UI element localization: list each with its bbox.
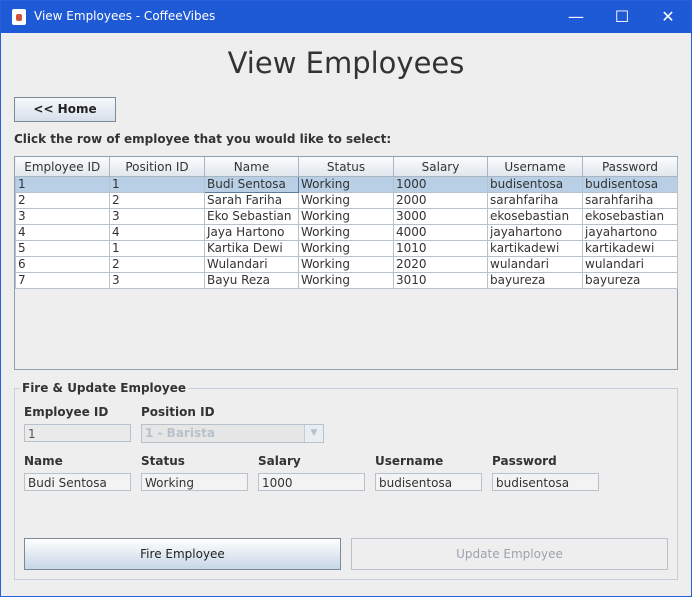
table-cell[interactable]: 1 <box>15 176 110 193</box>
table-cell[interactable]: Working <box>298 272 394 289</box>
username-label: Username <box>375 454 444 468</box>
column-header[interactable]: Name <box>204 157 299 177</box>
table-cell[interactable]: kartikadewi <box>582 240 678 257</box>
table-cell[interactable]: 2 <box>109 256 205 273</box>
table-cell[interactable]: Working <box>298 256 394 273</box>
table-header-row: Employee ID Position ID Name Status Salary Us… <box>15 157 678 177</box>
home-button[interactable]: << Home <box>14 97 116 122</box>
username-field[interactable]: budisentosa <box>375 473 482 491</box>
table-cell[interactable]: 7 <box>15 272 110 289</box>
table-row[interactable]: 1 1 Budi Sentosa Working 1000 budisentosa budi… <box>15 176 678 193</box>
table-cell[interactable]: kartikadewi <box>487 240 583 257</box>
window-title: View Employees - CoffeeVibes <box>34 9 216 23</box>
table-cell[interactable]: budisentosa <box>487 176 583 193</box>
table-cell[interactable]: 2020 <box>393 256 488 273</box>
minimize-icon[interactable]: — <box>553 1 599 33</box>
update-employee-button: Update Employee <box>351 538 668 570</box>
status-label: Status <box>141 454 185 468</box>
table-cell[interactable]: 6 <box>15 256 110 273</box>
password-field[interactable]: budisentosa <box>492 473 599 491</box>
table-cell[interactable]: bayureza <box>582 272 678 289</box>
column-header[interactable]: Status <box>298 157 394 177</box>
table-cell[interactable]: 3010 <box>393 272 488 289</box>
table-row[interactable]: 3 3 Eko Sebastian Working 3000 ekosebastian ek… <box>15 208 678 225</box>
column-header[interactable]: Position ID <box>109 157 205 177</box>
position-id-label: Position ID <box>141 405 215 419</box>
page-title: View Employees <box>227 46 465 80</box>
table-cell[interactable]: Working <box>298 192 394 209</box>
table-cell[interactable]: ekosebastian <box>582 208 678 225</box>
employee-id-field: 1 <box>24 424 131 442</box>
table-cell[interactable]: sarahfariha <box>487 192 583 209</box>
title-bar: View Employees - CoffeeVibes — ☐ ✕ <box>1 1 691 33</box>
table-body: 1 1 Budi Sentosa Working 1000 budisentosa budi… <box>15 176 678 289</box>
table-row[interactable]: 7 3 Bayu Reza Working 3010 bayureza bayureza <box>15 272 678 289</box>
table-cell[interactable]: Sarah Fariha <box>204 192 299 209</box>
table-cell[interactable]: 1010 <box>393 240 488 257</box>
panel-title: Fire & Update Employee <box>20 381 189 395</box>
table-cell[interactable]: Working <box>298 208 394 225</box>
table-cell[interactable]: Jaya Hartono <box>204 224 299 241</box>
column-header[interactable]: Employee ID <box>15 157 110 177</box>
position-id-select: 1 - Barista ▼ <box>141 424 324 443</box>
table-row[interactable]: 2 2 Sarah Fariha Working 2000 sarahfariha sara… <box>15 192 678 209</box>
table-cell[interactable]: Working <box>298 240 394 257</box>
table-cell[interactable]: 1 <box>109 176 205 193</box>
table-cell[interactable]: 3 <box>109 272 205 289</box>
fire-employee-button[interactable]: Fire Employee <box>24 538 341 570</box>
position-id-selected-value: 1 - Barista <box>145 426 215 440</box>
employee-id-label: Employee ID <box>24 405 109 419</box>
table-cell[interactable]: 4 <box>109 224 205 241</box>
employee-table[interactable]: Employee ID Position ID Name Status Salary Us… <box>14 156 678 370</box>
name-label: Name <box>24 454 63 468</box>
table-cell[interactable]: 4000 <box>393 224 488 241</box>
table-cell[interactable]: 5 <box>15 240 110 257</box>
close-icon[interactable]: ✕ <box>645 1 691 33</box>
password-label: Password <box>492 454 557 468</box>
table-cell[interactable]: Wulandari <box>204 256 299 273</box>
column-header[interactable]: Username <box>487 157 583 177</box>
table-cell[interactable]: 2 <box>15 192 110 209</box>
table-cell[interactable]: 3000 <box>393 208 488 225</box>
table-cell[interactable]: 1 <box>109 240 205 257</box>
table-row[interactable]: 5 1 Kartika Dewi Working 1010 kartikadewi kart… <box>15 240 678 257</box>
table-cell[interactable]: 2 <box>109 192 205 209</box>
salary-label: Salary <box>258 454 301 468</box>
maximize-icon[interactable]: ☐ <box>599 1 645 33</box>
instruction-text: Click the row of employee that you would… <box>14 132 392 146</box>
table-cell[interactable]: Budi Sentosa <box>204 176 299 193</box>
table-cell[interactable]: 3 <box>109 208 205 225</box>
name-field[interactable]: Budi Sentosa <box>24 473 131 491</box>
table-cell[interactable]: Eko Sebastian <box>204 208 299 225</box>
table-cell[interactable]: Working <box>298 176 394 193</box>
table-cell[interactable]: 2000 <box>393 192 488 209</box>
chevron-down-icon: ▼ <box>304 425 323 442</box>
table-cell[interactable]: Working <box>298 224 394 241</box>
column-header[interactable]: Password <box>582 157 678 177</box>
table-cell[interactable]: sarahfariha <box>582 192 678 209</box>
table-row[interactable]: 4 4 Jaya Hartono Working 4000 jayahartono jaya… <box>15 224 678 241</box>
status-field[interactable]: Working <box>141 473 248 491</box>
table-cell[interactable]: Bayu Reza <box>204 272 299 289</box>
table-row[interactable]: 6 2 Wulandari Working 2020 wulandari wulandari <box>15 256 678 273</box>
table-cell[interactable]: Kartika Dewi <box>204 240 299 257</box>
salary-field[interactable]: 1000 <box>258 473 365 491</box>
table-cell[interactable]: bayureza <box>487 272 583 289</box>
table-cell[interactable]: wulandari <box>582 256 678 273</box>
table-cell[interactable]: 1000 <box>393 176 488 193</box>
table-cell[interactable]: wulandari <box>487 256 583 273</box>
table-cell[interactable]: 4 <box>15 224 110 241</box>
java-app-icon <box>12 9 26 25</box>
table-cell[interactable]: budisentosa <box>582 176 678 193</box>
column-header[interactable]: Salary <box>393 157 488 177</box>
table-cell[interactable]: jayahartono <box>582 224 678 241</box>
table-cell[interactable]: ekosebastian <box>487 208 583 225</box>
table-cell[interactable]: jayahartono <box>487 224 583 241</box>
table-cell[interactable]: 3 <box>15 208 110 225</box>
